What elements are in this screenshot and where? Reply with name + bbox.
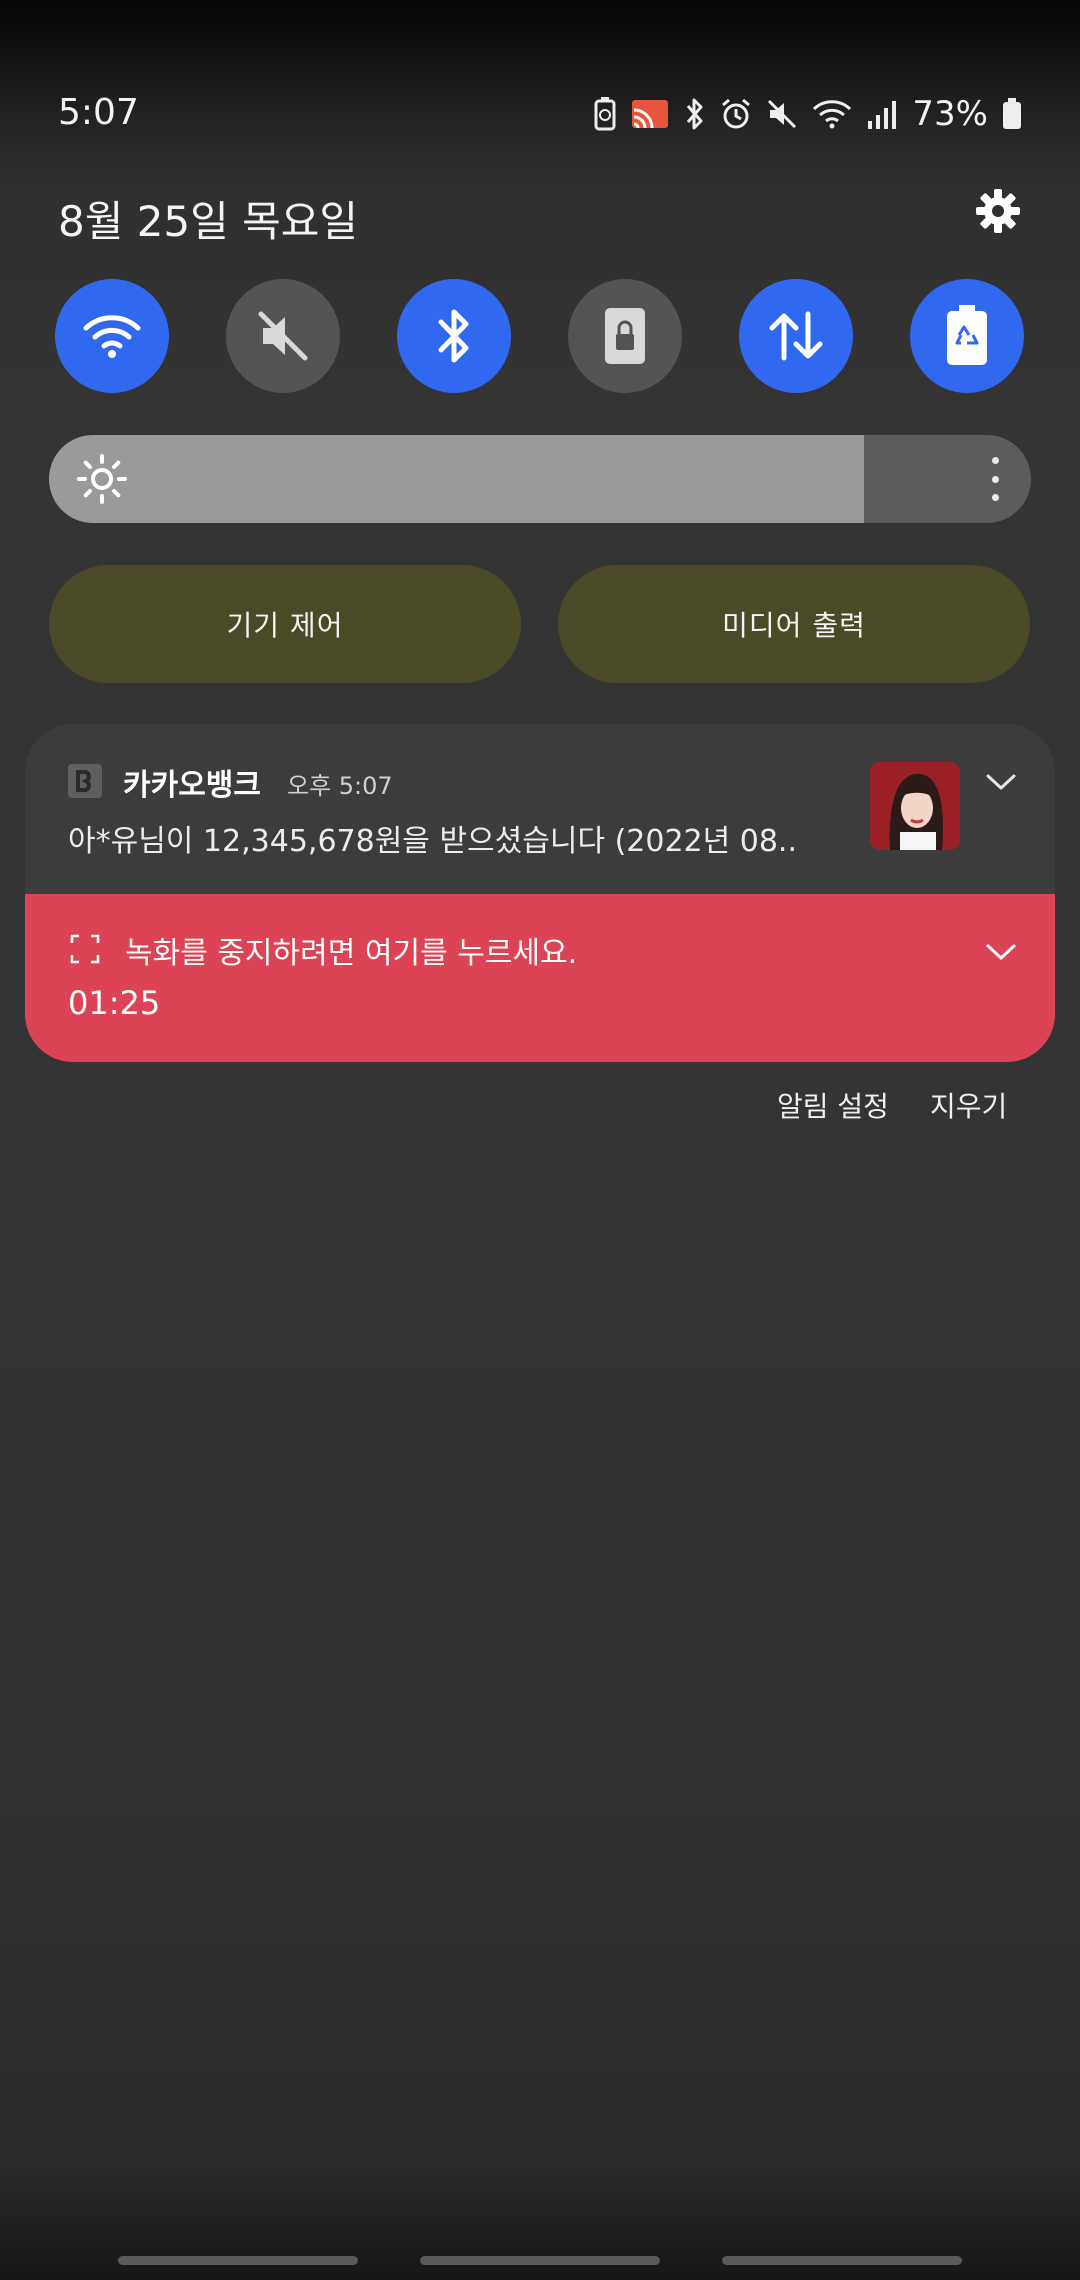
mobile-data-icon xyxy=(769,311,823,361)
wifi-icon xyxy=(83,315,141,358)
nav-bar-left xyxy=(118,2256,358,2265)
media-output-button[interactable]: 미디어 출력 xyxy=(558,565,1030,683)
nav-bar-center xyxy=(420,2256,660,2265)
rotation-lock-icon xyxy=(605,308,645,364)
settings-button[interactable] xyxy=(972,185,1024,237)
notification-app-name: 카카오뱅크 xyxy=(123,768,261,803)
more-options-icon[interactable] xyxy=(987,457,1003,501)
notification-thumbnail xyxy=(870,762,960,850)
nav-bar-right xyxy=(722,2256,962,2265)
wifi-tile[interactable] xyxy=(55,279,169,393)
clear-notifications-link[interactable]: 지우기 xyxy=(930,1085,1007,1125)
status-time: 5:07 xyxy=(58,92,139,133)
notification-settings-link[interactable]: 알림 설정 xyxy=(777,1085,889,1125)
quick-settings-tiles xyxy=(55,279,1025,393)
wifi-icon xyxy=(812,99,852,129)
sound-tile[interactable] xyxy=(226,279,340,393)
rotation-lock-tile[interactable] xyxy=(568,279,682,393)
brightness-slider[interactable] xyxy=(49,435,1031,523)
cast-icon xyxy=(630,98,670,130)
signal-icon xyxy=(866,99,898,129)
bluetooth-icon xyxy=(438,309,469,363)
bluetooth-tile[interactable] xyxy=(397,279,511,393)
notification-card[interactable]: 카카오뱅크 오후 5:07 아*유님이 12,345,678원을 받으셨습니다 … xyxy=(25,724,1055,894)
device-control-button[interactable]: 기기 제어 xyxy=(49,565,521,683)
brightness-icon xyxy=(77,454,127,504)
battery-saver-icon xyxy=(594,97,616,131)
power-saving-tile[interactable] xyxy=(910,279,1024,393)
notification-body: 아*유님이 12,345,678원을 받으셨습니다 (2022년 08.. xyxy=(68,824,798,859)
expand-recording-icon[interactable] xyxy=(985,942,1017,962)
date-label: 8월 25일 목요일 xyxy=(58,197,359,246)
power-saving-icon xyxy=(947,305,987,365)
status-bar: 5:07 73% xyxy=(0,0,1080,134)
mute-icon xyxy=(258,311,308,361)
stop-recording-text: 녹화를 중지하려면 여기를 누르세요. xyxy=(125,936,578,971)
brightness-level xyxy=(49,435,865,523)
notification-time: 오후 5:07 xyxy=(287,772,393,800)
mobile-data-tile[interactable] xyxy=(739,279,853,393)
kakaobank-icon xyxy=(68,764,102,798)
screen-recording-notification[interactable]: 녹화를 중지하려면 여기를 누르세요. 01:25 xyxy=(25,894,1055,1062)
expand-notification-icon[interactable] xyxy=(985,772,1017,792)
screen-record-icon xyxy=(70,934,100,964)
alarm-icon xyxy=(720,98,752,130)
bluetooth-icon xyxy=(684,97,706,131)
status-icons: 73% xyxy=(594,92,1022,136)
recording-timer: 01:25 xyxy=(68,984,161,1022)
battery-icon xyxy=(1002,98,1022,130)
battery-percent: 73% xyxy=(912,94,988,134)
mute-icon xyxy=(766,98,798,130)
gear-icon xyxy=(976,189,1020,233)
